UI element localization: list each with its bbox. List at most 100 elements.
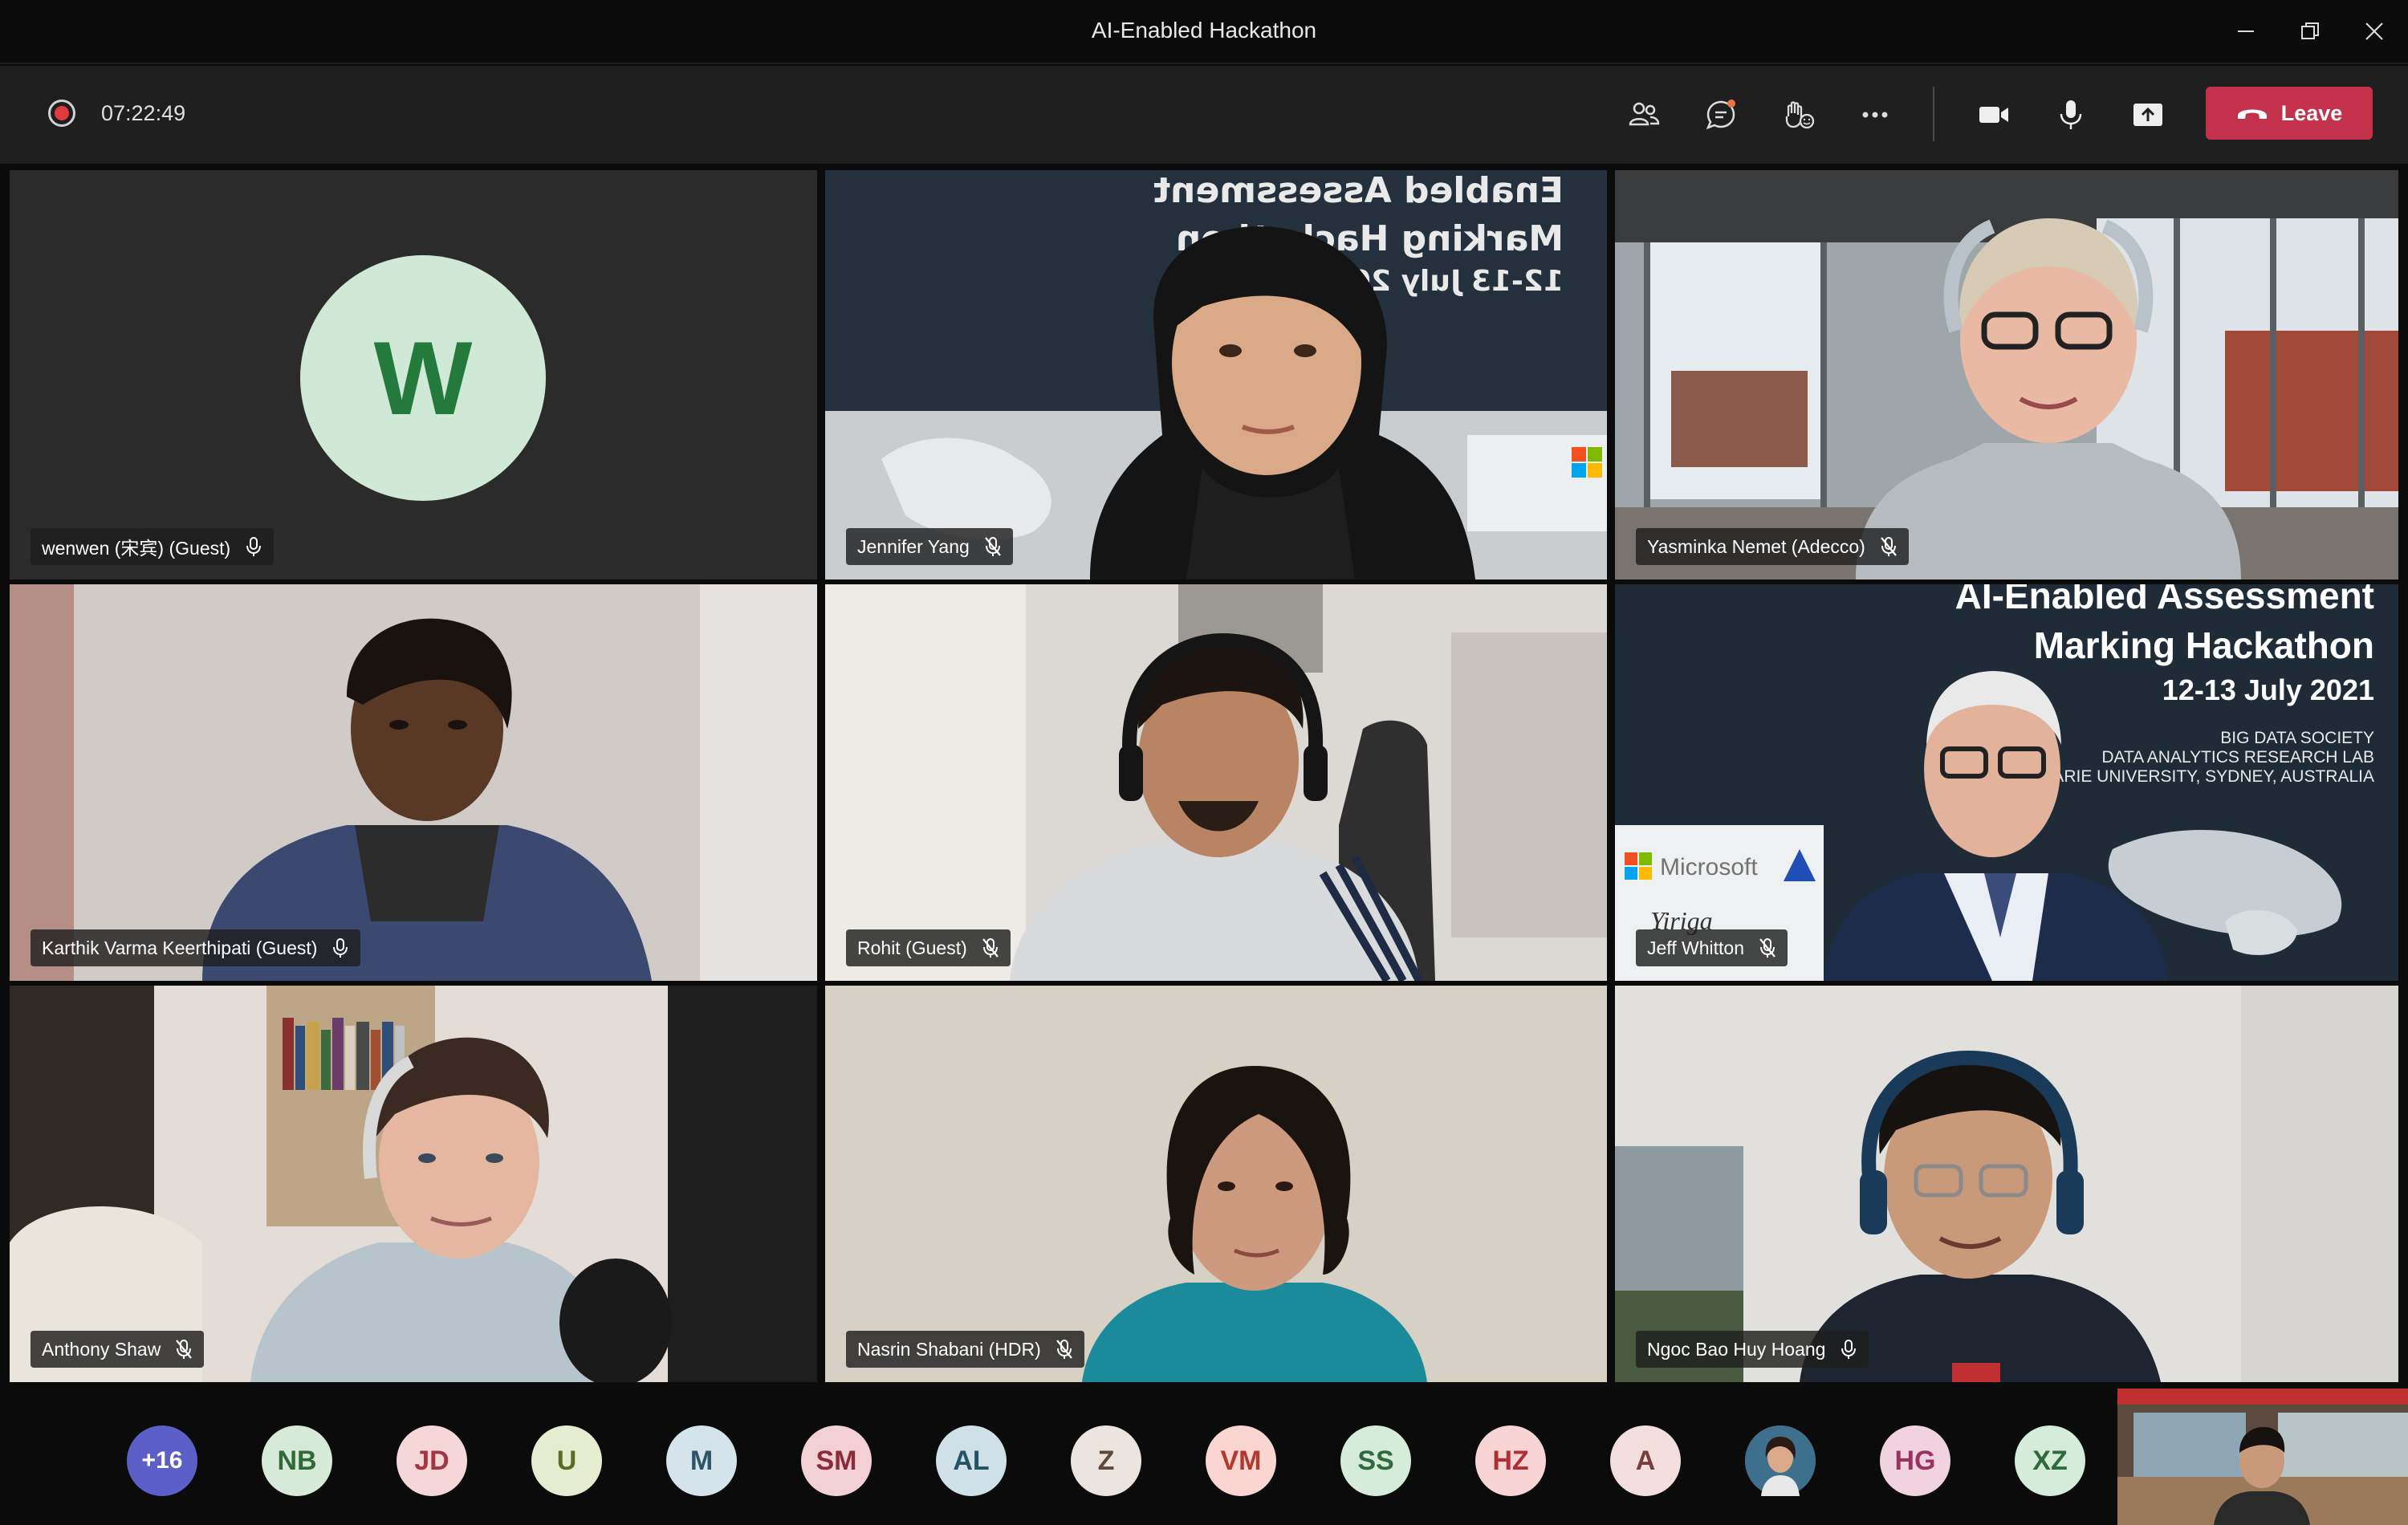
participant-video: AI-Enabled Assessment Marking Hackathon … [1615,584,2398,981]
participant-name-tag: Ngoc Bao Huy Hoang [1636,1331,1869,1368]
microphone-muted-icon [1056,1340,1072,1359]
participants-button[interactable] [1620,92,1668,138]
participant-avatar[interactable]: Z [1071,1425,1141,1496]
participant-avatar[interactable]: U [531,1425,602,1496]
microphone-icon [2060,100,2082,129]
participant-avatar[interactable]: AL [936,1425,1007,1496]
share-screen-button[interactable] [2124,92,2172,138]
participant-name-tag: Jeff Whitton [1636,929,1788,966]
chat-button[interactable] [1697,92,1745,138]
participant-tile[interactable]: AI-Enabled Assessment Marking Hackathon … [1615,584,2398,981]
participant-name-tag: Anthony Shaw [31,1331,205,1368]
microphone-icon [246,537,262,556]
participant-avatar[interactable]: HG [1880,1425,1950,1496]
participant-tile[interactable]: Yasminka Nemet (Adecco) [1615,170,2398,580]
participant-tile[interactable]: Karthik Varma Keerthipati (Guest) [10,584,817,981]
self-view-video[interactable] [2117,1389,2408,1525]
close-button[interactable] [2352,13,2397,50]
participant-name: Karthik Varma Keerthipati (Guest) [42,937,318,958]
participant-tile[interactable]: Nasrin Shabani (HDR) [825,986,1607,1382]
participant-name: Anthony Shaw [42,1338,161,1360]
more-icon [1862,112,1888,118]
reactions-icon [1785,101,1815,129]
microphone-button[interactable] [2047,92,2095,138]
participant-avatar[interactable]: A [1610,1425,1681,1496]
participant-avatar[interactable]: VM [1206,1425,1276,1496]
microphone-muted-icon [1880,537,1897,556]
meeting-toolbar: 07:22:49 Leave [0,66,2408,164]
microsoft-logo-text: Microsoft [1660,854,1758,880]
participant-avatar[interactable]: NB [262,1425,332,1496]
title-bar: AI-Enabled Hackathon [0,0,2408,64]
participant-name: Ngoc Bao Huy Hoang [1647,1338,1826,1360]
participant-video [10,986,817,1382]
participant-avatar[interactable]: M [666,1425,737,1496]
microphone-muted-icon [984,537,1001,556]
participant-tile[interactable]: Ngoc Bao Huy Hoang [1615,986,2398,1382]
participant-name-tag: Jennifer Yang [846,528,1013,565]
self-view-image [2117,1389,2408,1525]
participant-name: Nasrin Shabani (HDR) [857,1338,1041,1360]
participant-name: Jennifer Yang [857,535,970,557]
participant-video [825,986,1607,1382]
participant-avatar[interactable]: SM [801,1425,872,1496]
restore-icon [2301,22,2319,39]
participant-video [1615,170,2398,580]
participant-avatar[interactable]: JD [397,1425,467,1496]
participant-tile[interactable]: Anthony Shaw [10,986,817,1382]
video-grid: W wenwen (宋宾) (Guest) Enabled Assessment… [0,164,2408,1385]
participant-video: Enabled Assessment Marking Hackathon 12-… [825,170,1607,580]
participant-avatar[interactable]: SS [1340,1425,1411,1496]
slide-subtitle-2: DATA ANALYTICS RESEARCH LAB [2101,748,2374,767]
participant-name: Rohit (Guest) [857,937,967,958]
participant-strip: +16 NB JD U M SM AL Z VM SS HZ A HG XZ [0,1385,2408,1525]
participant-tile[interactable]: Rohit (Guest) [825,584,1607,981]
share-screen-icon [2133,104,2162,126]
participant-name: Jeff Whitton [1647,937,1745,958]
camera-icon [1979,107,2008,123]
leave-button[interactable]: Leave [2206,87,2373,140]
camera-button[interactable] [1970,92,2018,138]
microphone-muted-icon [176,1340,193,1359]
window-title: AI-Enabled Hackathon [1091,18,1317,43]
microphone-icon [1841,1340,1857,1359]
slide-subtitle-1: BIG DATA SOCIETY [2220,729,2374,747]
participant-avatar[interactable]: XZ [2015,1425,2085,1496]
participant-name-tag: Rohit (Guest) [846,929,1011,966]
participant-name: Yasminka Nemet (Adecco) [1647,535,1865,557]
more-actions-button[interactable] [1851,92,1899,138]
participant-name-tag: Yasminka Nemet (Adecco) [1636,528,1909,565]
leave-label: Leave [2280,100,2343,125]
avatar: W [300,255,546,501]
close-icon [2365,22,2383,40]
profile-photo-icon [1745,1425,1816,1496]
microphone-icon [333,938,348,958]
minimize-icon [2238,31,2254,32]
participant-video [10,584,817,981]
slide-title-line2: Marking Hackathon [2034,624,2374,666]
slide-title-line1: AI-Enabled Assessment [1955,584,2374,616]
svg-text:Enabled Assessment: Enabled Assessment [1153,170,1564,211]
recording-indicator-icon [48,100,75,127]
participant-tile[interactable]: W wenwen (宋宾) (Guest) [10,170,817,580]
microphone-muted-icon [982,938,999,958]
minimize-button[interactable] [2223,13,2268,50]
participant-tile[interactable]: Enabled Assessment Marking Hackathon 12-… [825,170,1607,580]
restore-button[interactable] [2288,13,2333,50]
hang-up-icon [2237,109,2267,119]
participant-video [1615,986,2398,1382]
participant-photo-avatar[interactable] [1745,1425,1816,1496]
chat-icon [1706,100,1735,130]
participant-name-tag: wenwen (宋宾) (Guest) [31,528,275,565]
people-icon [1629,102,1660,126]
participant-name: wenwen (宋宾) (Guest) [42,538,231,559]
toolbar-divider [1933,87,1934,141]
reactions-button[interactable] [1774,92,1822,138]
participant-name-tag: Nasrin Shabani (HDR) [846,1331,1084,1368]
meeting-timer: 07:22:49 [101,101,186,125]
participant-video [825,584,1607,981]
more-participants-button[interactable]: +16 [127,1425,197,1496]
participant-name-tag: Karthik Varma Keerthipati (Guest) [31,929,361,966]
slide-date: 12-13 July 2021 [2162,673,2374,706]
participant-avatar[interactable]: HZ [1475,1425,1546,1496]
